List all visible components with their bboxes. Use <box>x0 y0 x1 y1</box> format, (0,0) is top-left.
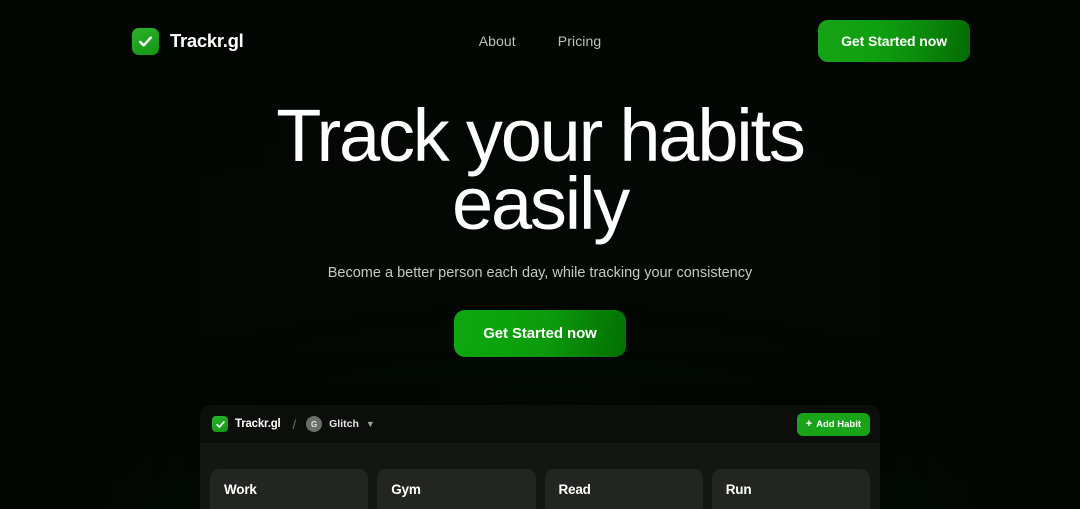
chevron-down-icon: ▼ <box>365 419 375 429</box>
hero-title-line-2: easily <box>452 162 630 245</box>
habit-card[interactable]: Read <box>544 469 703 509</box>
add-habit-button[interactable]: + Add Habit <box>796 412 870 436</box>
plus-icon: + <box>805 417 813 430</box>
habit-card[interactable]: Run <box>711 469 870 509</box>
nav-link-about[interactable]: About <box>479 33 516 49</box>
hero-title: Track your habits easily <box>0 99 1080 241</box>
hero-subtitle: Become a better person each day, while t… <box>327 265 753 281</box>
workspace-switcher[interactable]: G Glitch ▼ <box>306 416 375 432</box>
site-header: Trackr.gl About Pricing Get Started now <box>0 0 1080 82</box>
workspace-name: Glitch <box>329 418 359 430</box>
app-body: Work Gym Read Run <box>200 443 880 509</box>
check-square-icon <box>212 416 228 432</box>
app-preview-panel: Trackr.gl / G Glitch ▼ + Add Habit Work … <box>200 405 880 509</box>
nav-link-pricing[interactable]: Pricing <box>558 33 602 49</box>
habit-grid: Work Gym Read Run <box>210 469 870 509</box>
habit-name: Gym <box>391 482 421 497</box>
add-habit-label: Add Habit <box>816 418 861 430</box>
breadcrumb-separator: / <box>292 416 297 432</box>
habit-name: Run <box>725 482 752 497</box>
habit-name: Work <box>224 482 257 497</box>
habit-card[interactable]: Work <box>210 469 369 509</box>
app-topbar: Trackr.gl / G Glitch ▼ + Add Habit <box>200 405 880 443</box>
habit-card[interactable]: Gym <box>377 469 536 509</box>
habit-name: Read <box>558 482 591 497</box>
app-brand-logo[interactable]: Trackr.gl <box>212 416 281 432</box>
header-get-started-button[interactable]: Get Started now <box>818 20 970 62</box>
landing-page: Trackr.gl About Pricing Get Started now … <box>0 0 1080 509</box>
app-brand-name: Trackr.gl <box>235 418 281 430</box>
avatar: G <box>306 416 323 432</box>
hero-get-started-button[interactable]: Get Started now <box>454 310 626 357</box>
